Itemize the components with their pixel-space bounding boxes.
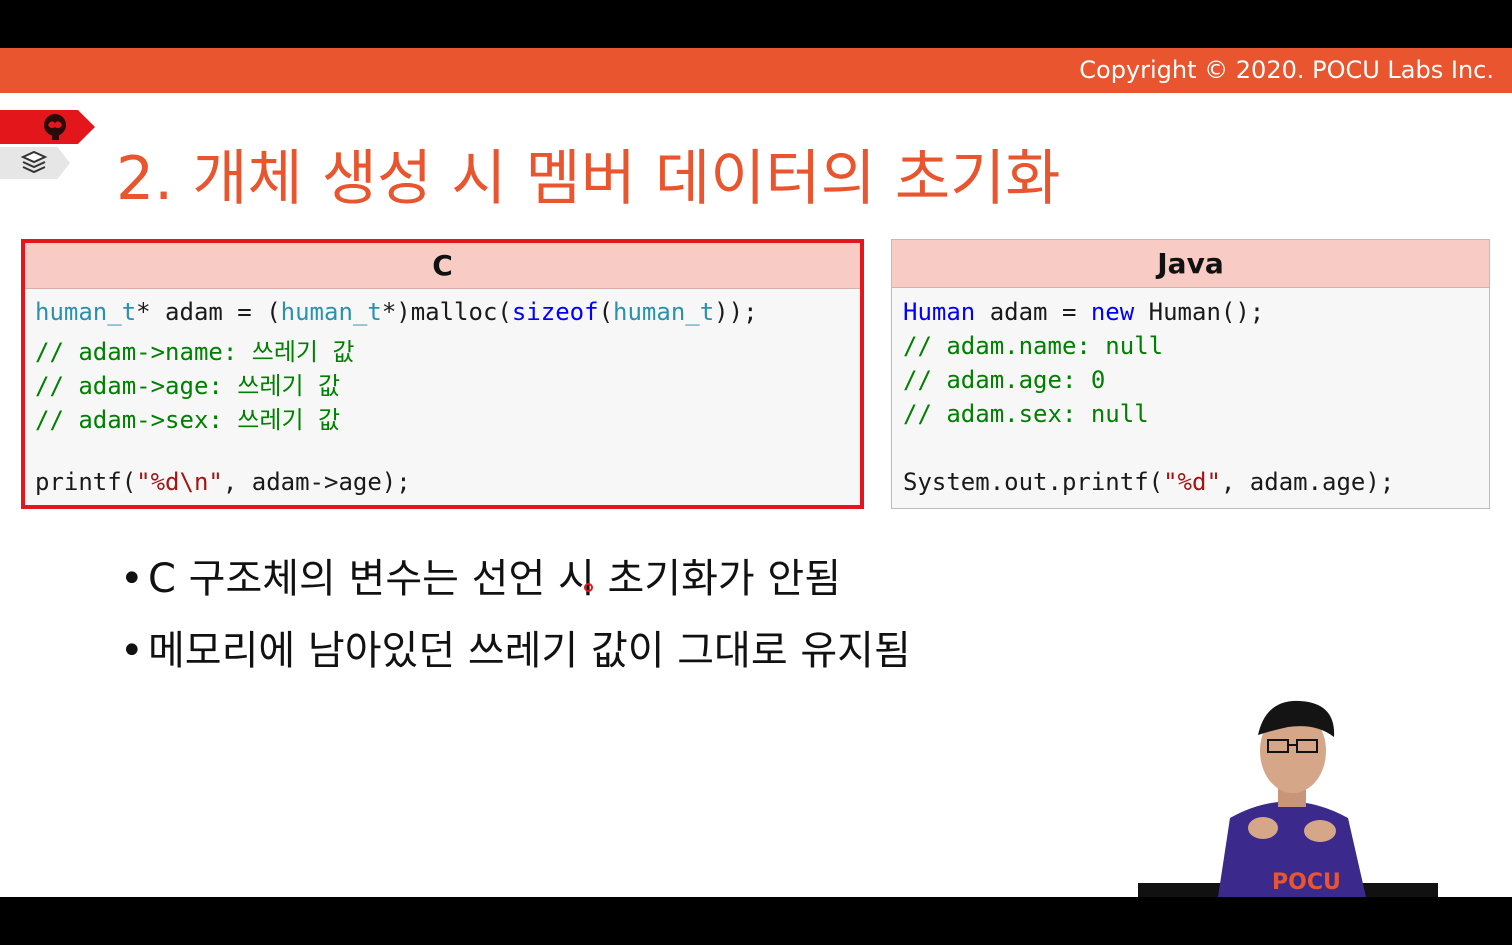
- copyright-text: Copyright © 2020. POCU Labs Inc.: [1079, 56, 1494, 84]
- code-token: ));: [714, 298, 758, 326]
- code-string: "%d\n": [136, 468, 223, 496]
- code-string: "%d": [1163, 468, 1221, 496]
- c-code-comment-name: // adam->name: 쓰레기 값: [35, 338, 355, 366]
- brain-icon: [44, 114, 66, 140]
- slide-title: 2. 개체 생성 시 멤버 데이터의 초기화: [116, 144, 1061, 214]
- code-token: printf(: [35, 468, 137, 496]
- c-code-block: human_t* adam = (human_t*)malloc(sizeof(…: [25, 289, 860, 496]
- code-token: human_t: [35, 298, 137, 326]
- laser-pointer: [584, 583, 593, 592]
- code-token: *)malloc(: [381, 298, 512, 326]
- bullet-item: • C 구조체의 변수는 선언 시 초기화가 안됨: [120, 546, 841, 604]
- java-code-panel: Java Human adam = new Human(); // adam.n…: [891, 239, 1490, 509]
- video-letterbox-bottom: [0, 897, 1512, 945]
- code-token: human_t: [613, 298, 715, 326]
- code-token: adam =: [975, 298, 1091, 326]
- video-letterbox-top: [0, 0, 1512, 48]
- code-token: , adam->age);: [222, 468, 411, 496]
- java-panel-header: Java: [892, 240, 1489, 288]
- code-token: human_t: [280, 298, 382, 326]
- code-token: System.out.printf(: [903, 468, 1164, 496]
- c-code-comment-age: // adam->age: 쓰레기 값: [35, 372, 341, 400]
- code-token: * adam = (: [136, 298, 281, 326]
- java-code-block: Human adam = new Human(); // adam.name: …: [892, 288, 1489, 496]
- c-panel-header: C: [25, 243, 860, 289]
- code-token: new: [1090, 298, 1135, 326]
- presenter-shirt-logo: POCU: [1272, 870, 1341, 895]
- c-code-line-malloc: human_t* adam = (human_t*)malloc(sizeof(…: [35, 298, 758, 326]
- lecture-slide: Copyright © 2020. POCU Labs Inc. 2. 개체 생…: [0, 48, 1512, 897]
- book-stack-icon: [20, 150, 48, 174]
- bullet-text: 메모리에 남아있던 쓰레기 값이 그대로 유지됨: [148, 628, 911, 674]
- java-code-line-printf: System.out.printf("%d", adam.age);: [903, 468, 1394, 496]
- java-code-comment-sex: // adam.sex: null: [903, 400, 1149, 428]
- code-token: Human();: [1134, 298, 1265, 326]
- java-code-comment-name: // adam.name: null: [903, 332, 1164, 360]
- c-code-comment-sex: // adam->sex: 쓰레기 값: [35, 406, 341, 434]
- top-banner: Copyright © 2020. POCU Labs Inc.: [0, 48, 1512, 93]
- code-token: sizeof: [511, 298, 599, 326]
- code-token: Human: [903, 298, 976, 326]
- c-code-line-printf: printf("%d\n", adam->age);: [35, 468, 411, 496]
- c-code-panel: C human_t* adam = (human_t*)malloc(sizeo…: [21, 239, 864, 509]
- bullet-item: • 메모리에 남아있던 쓰레기 값이 그대로 유지됨: [120, 618, 911, 676]
- code-token: , adam.age);: [1220, 468, 1395, 496]
- bullet-marker: •: [120, 628, 144, 674]
- code-token: (: [598, 298, 614, 326]
- bullet-marker: •: [120, 556, 144, 602]
- presenter-video: POCU: [1138, 700, 1438, 897]
- java-code-comment-age: // adam.age: 0: [903, 366, 1106, 394]
- java-code-line-new: Human adam = new Human();: [903, 298, 1264, 326]
- bullet-text: C 구조체의 변수는 선언 시 초기화가 안됨: [148, 556, 842, 602]
